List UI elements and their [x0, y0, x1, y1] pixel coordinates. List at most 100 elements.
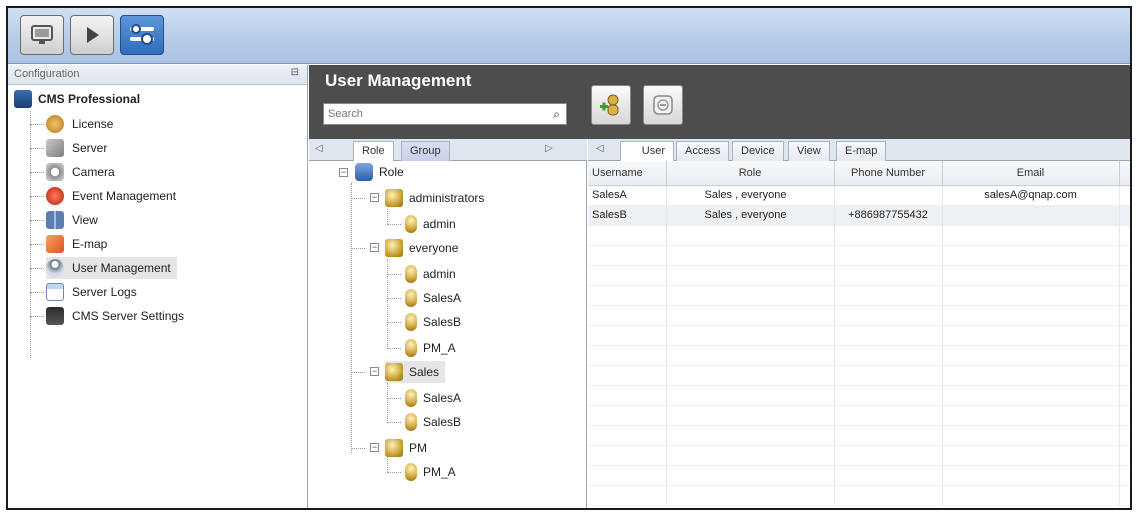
- tree-branch: [351, 372, 365, 373]
- tree-user-admin[interactable]: admin: [405, 213, 456, 235]
- column-header-email[interactable]: Email: [942, 161, 1120, 186]
- tree-user-salesa[interactable]: SalesA: [405, 287, 461, 309]
- nav-label: Event Management: [72, 189, 177, 203]
- collapse-toggle[interactable]: −: [370, 367, 379, 376]
- tab-access[interactable]: Access: [676, 141, 730, 161]
- column-header-phone[interactable]: Phone Number: [834, 161, 943, 186]
- add-user-icon: [600, 94, 619, 116]
- user-icon: [405, 289, 417, 307]
- nav-item-server[interactable]: Server: [46, 137, 113, 159]
- search-icon[interactable]: ⌕: [553, 107, 560, 122]
- tree-group-pm[interactable]: PM: [385, 437, 427, 459]
- collapse-toggle[interactable]: −: [370, 243, 379, 252]
- nav-label: Server Logs: [72, 285, 137, 299]
- tree-group-administrators[interactable]: administrators: [385, 187, 484, 209]
- panel-title: Configuration: [14, 68, 80, 80]
- tab-group[interactable]: Group: [401, 141, 450, 161]
- tree-branch: [30, 268, 44, 269]
- remove-icon: [653, 95, 673, 115]
- nav-item-cms-server-settings[interactable]: CMS Server Settings: [46, 305, 190, 327]
- nav-item-license[interactable]: License: [46, 113, 119, 135]
- table-row[interactable]: SalesA Sales , everyone salesA@qnap.com: [588, 185, 1130, 206]
- tab-role[interactable]: Role: [353, 141, 394, 161]
- add-user-button[interactable]: [591, 85, 631, 125]
- tab-device[interactable]: Device: [732, 141, 784, 161]
- tree-user-pm-a[interactable]: PM_A: [405, 461, 456, 483]
- play-icon: [87, 27, 99, 43]
- tree-root-role[interactable]: Role: [355, 161, 404, 183]
- scroll-left-icon[interactable]: ◁: [315, 143, 323, 154]
- collapse-toggle[interactable]: −: [370, 443, 379, 452]
- tab-emap[interactable]: E-map: [836, 141, 887, 161]
- nav-item-event-management[interactable]: Event Management: [46, 185, 182, 207]
- tree-connector: [351, 183, 352, 453]
- monitor-button[interactable]: [20, 15, 64, 55]
- scroll-right-icon[interactable]: ▷: [545, 143, 553, 154]
- tree-user-salesb[interactable]: SalesB: [405, 411, 461, 433]
- empty-row: [588, 405, 1130, 426]
- logs-icon: [46, 283, 64, 301]
- role-tree-panel: − Role − administrators admin − everyone…: [309, 161, 587, 508]
- user-table-panel: Username Role Phone Number Email SalesA …: [588, 161, 1130, 508]
- tree-branch: [387, 348, 401, 349]
- tree-branch: [30, 196, 44, 197]
- tab-view[interactable]: View: [788, 141, 830, 161]
- tree-branch: [30, 292, 44, 293]
- view-icon: [46, 211, 64, 229]
- tools-icon: [130, 24, 154, 45]
- event-icon: [46, 187, 64, 205]
- user-table: Username Role Phone Number Email SalesA …: [588, 161, 1130, 506]
- column-header-username[interactable]: Username: [588, 161, 667, 186]
- cell-filler: [1119, 205, 1130, 226]
- role-icon: [355, 163, 373, 181]
- tree-user-salesb[interactable]: SalesB: [405, 311, 461, 333]
- configuration-button[interactable]: [120, 15, 164, 55]
- tree-connector: [387, 209, 388, 224]
- nav-label: E-map: [72, 237, 108, 251]
- table-row[interactable]: SalesB Sales , everyone +886987755432: [588, 205, 1130, 226]
- group-icon: [385, 189, 403, 207]
- nav-item-user-management[interactable]: User Management: [46, 257, 177, 279]
- tree-branch: [387, 224, 401, 225]
- tree-root-cms[interactable]: CMS Professional: [14, 90, 140, 108]
- search-box: ⌕: [323, 103, 567, 125]
- remove-user-button[interactable]: [643, 85, 683, 125]
- nav-item-camera[interactable]: Camera: [46, 161, 121, 183]
- tab-user[interactable]: User: [620, 141, 674, 161]
- nav-item-emap[interactable]: E-map: [46, 233, 113, 255]
- server-icon: [46, 139, 64, 157]
- tree-group-sales[interactable]: Sales: [385, 361, 446, 383]
- tree-user-pm-a[interactable]: PM_A: [405, 337, 456, 359]
- tree-branch: [351, 248, 365, 249]
- empty-row: [588, 285, 1130, 306]
- nav-item-server-logs[interactable]: Server Logs: [46, 281, 143, 303]
- collapse-toggle[interactable]: −: [370, 193, 379, 202]
- group-icon: [385, 439, 403, 457]
- pin-icon[interactable]: ⊟: [291, 67, 299, 78]
- user-icon: [405, 413, 417, 431]
- search-input[interactable]: [324, 104, 534, 124]
- cell-username: SalesA: [588, 185, 667, 206]
- tree-connector: [387, 457, 388, 472]
- tree-branch: [387, 422, 401, 423]
- nav-item-view[interactable]: View: [46, 209, 104, 231]
- cell-filler: [1119, 185, 1130, 206]
- tree-branch: [30, 124, 44, 125]
- column-header-role[interactable]: Role: [666, 161, 835, 186]
- users-icon: [46, 259, 64, 277]
- playback-button[interactable]: [70, 15, 114, 55]
- tree-group-everyone[interactable]: everyone: [385, 237, 458, 259]
- collapse-toggle[interactable]: −: [339, 168, 348, 177]
- tree-user-admin[interactable]: admin: [405, 263, 456, 285]
- tree-connector: [387, 383, 388, 423]
- tree-branch: [387, 398, 401, 399]
- monitor-icon: [31, 25, 53, 44]
- root-label: CMS Professional: [38, 92, 141, 106]
- scroll-left-icon[interactable]: ◁: [596, 143, 604, 154]
- cms-icon: [14, 90, 32, 108]
- empty-row: [588, 225, 1130, 246]
- nav-label: Server: [72, 141, 108, 155]
- tree-label: administrators: [409, 191, 485, 205]
- tree-user-salesa[interactable]: SalesA: [405, 387, 461, 409]
- cell-phone: +886987755432: [834, 205, 943, 226]
